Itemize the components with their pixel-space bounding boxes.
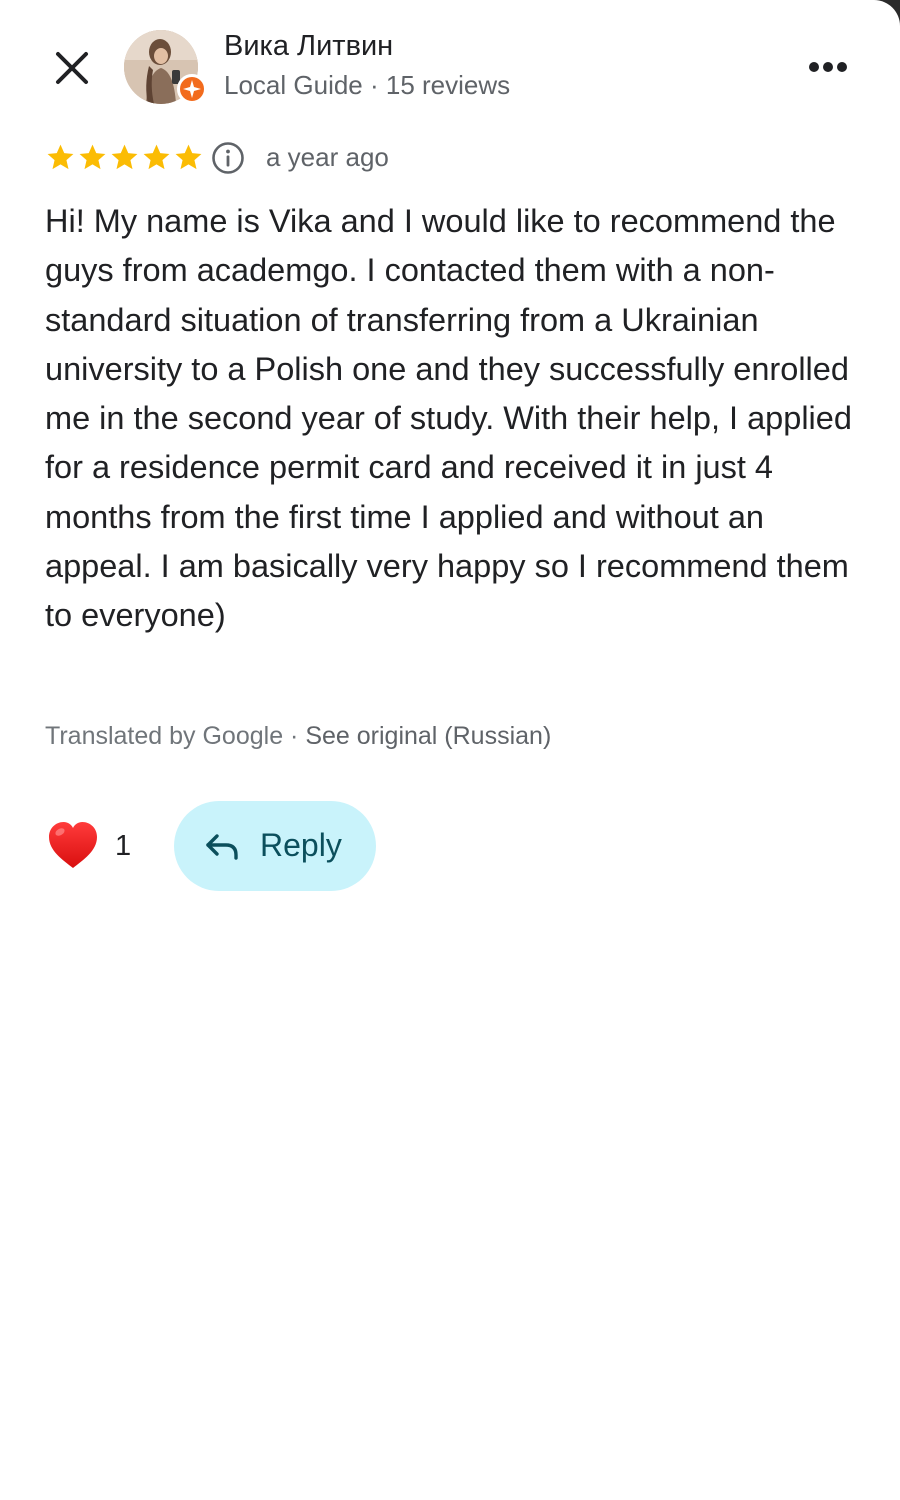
local-guide-badge [177,74,207,104]
translated-by-label: Translated by Google [45,722,284,750]
star-icon [175,144,202,170]
translation-separator: · [283,722,306,750]
like-button[interactable] [45,818,101,874]
star-rating [45,142,204,173]
close-icon [56,52,88,84]
reply-arrow-icon [206,834,238,860]
like-count: 1 [115,830,132,862]
see-original-link[interactable]: See original (Russian) [305,722,551,750]
reply-button[interactable]: Reply [174,801,376,891]
review-time: a year ago [266,142,389,172]
info-icon [212,142,244,174]
more-options-button[interactable] [806,54,850,80]
heart-icon [49,822,97,868]
star-icon [79,144,106,170]
star-icon [111,144,138,170]
review-text: Hi! My name is Vika and I would like to … [45,203,852,634]
translation-notice: Translated by Google · See original (Rus… [45,722,551,751]
review-sheet: Вика Литвин Local Guide · 15 reviews a y… [0,0,900,1500]
author-name[interactable]: Вика Литвин [224,30,393,63]
more-horizontal-icon [809,62,847,72]
reply-label: Reply [260,827,342,863]
star-icon [47,144,74,170]
close-button[interactable] [48,44,96,92]
author-meta: Local Guide · 15 reviews [224,70,511,100]
info-button[interactable] [211,141,245,175]
star-icon [143,144,170,170]
local-guide-badge-icon [183,80,201,98]
